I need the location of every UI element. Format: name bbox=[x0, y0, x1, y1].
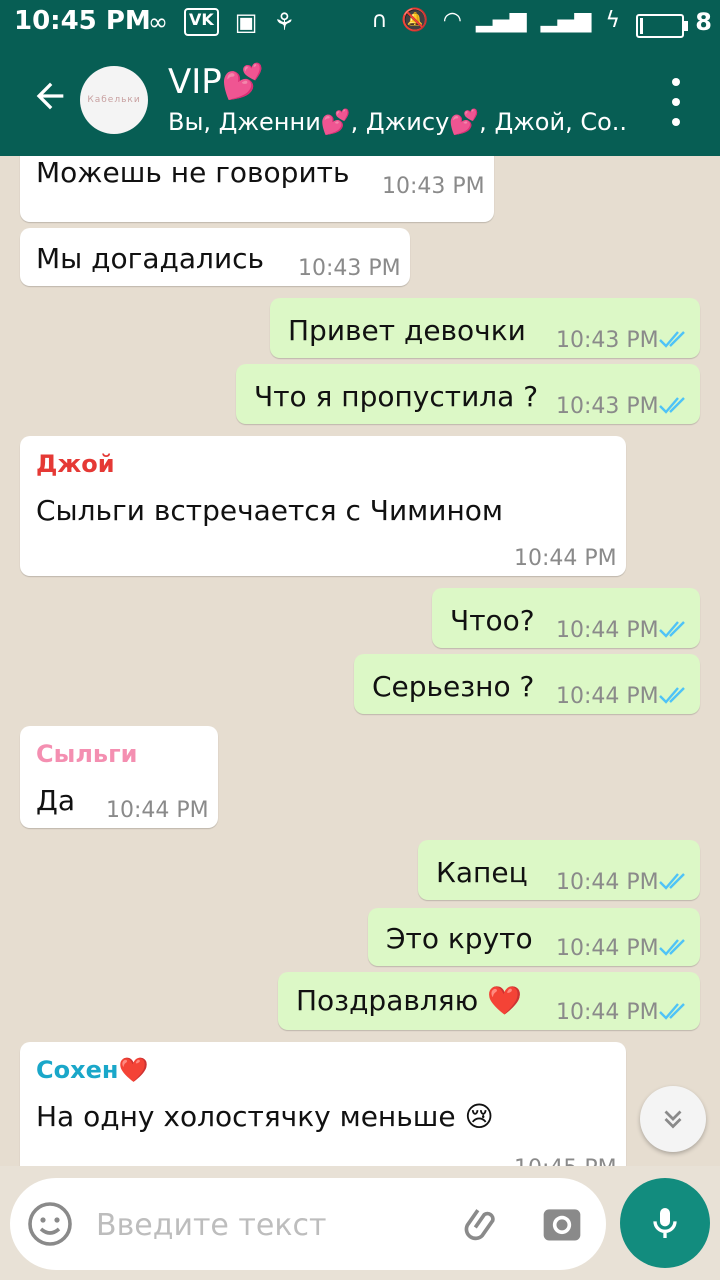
signal-icon: ▂▄▆ bbox=[475, 8, 527, 33]
message-time: 10:43 PM bbox=[556, 394, 659, 419]
group-avatar[interactable]: Кабельки bbox=[80, 66, 148, 134]
message-text: Можешь не говорить bbox=[36, 156, 350, 189]
message-bubble-incoming[interactable]: Можешь не говорить 10:43 PM bbox=[20, 156, 494, 222]
scroll-to-bottom-button[interactable] bbox=[640, 1086, 706, 1152]
share-icon: ⚘ bbox=[273, 8, 295, 36]
group-title[interactable]: VIP💕 bbox=[168, 62, 264, 102]
read-ticks-icon bbox=[659, 397, 685, 414]
message-time: 10:43 PM bbox=[556, 328, 659, 353]
emoji-icon[interactable] bbox=[26, 1200, 74, 1248]
message-bubble-outgoing[interactable]: Чтоо? 10:44 PM bbox=[432, 588, 700, 648]
message-bubble-outgoing[interactable]: Серьезно ? 10:44 PM bbox=[354, 654, 700, 714]
read-ticks-icon bbox=[659, 1003, 685, 1020]
message-time: 10:44 PM bbox=[514, 546, 617, 571]
message-time: 10:43 PM bbox=[298, 256, 401, 281]
read-ticks-icon bbox=[659, 873, 685, 890]
message-text: Что я пропустила ? bbox=[254, 380, 539, 413]
message-composer bbox=[10, 1178, 606, 1270]
message-time: 10:44 PM bbox=[106, 798, 209, 823]
double-chevron-down-icon bbox=[664, 1110, 682, 1129]
message-time: 10:43 PM bbox=[382, 174, 485, 199]
group-members[interactable]: Вы, Дженни💕, Джису💕, Джой, Со...🎈 bbox=[168, 108, 628, 136]
message-bubble-incoming[interactable]: Сохен❤️ На одну холостячку меньше 😢 10:4… bbox=[20, 1042, 626, 1166]
message-bubble-outgoing[interactable]: Капец 10:44 PM bbox=[418, 840, 700, 900]
message-text: Мы догадались bbox=[36, 242, 265, 275]
message-bubble-outgoing[interactable]: Привет девочки 10:43 PM bbox=[270, 298, 700, 358]
message-text: Сыльги встречается с Чимином bbox=[36, 494, 504, 527]
message-text: Это круто bbox=[386, 922, 533, 955]
message-text: Чтоо? bbox=[450, 604, 535, 637]
4g-signal-icon: ▂▄▆ bbox=[540, 8, 592, 33]
chat-area[interactable]: Можешь не говорить 10:43 PM Мы догадалис… bbox=[0, 156, 720, 1166]
message-text: Поздравляю ❤️ bbox=[296, 984, 522, 1017]
status-time: 10:45 PM bbox=[14, 6, 151, 36]
vk-icon: VK bbox=[184, 8, 219, 36]
message-time: 10:45 PM bbox=[514, 1156, 617, 1166]
sender-name: Джой bbox=[36, 450, 115, 478]
read-ticks-icon bbox=[659, 687, 685, 704]
microphone-button[interactable] bbox=[620, 1178, 710, 1268]
more-options-icon[interactable] bbox=[666, 78, 686, 126]
wifi-icon: ◠ bbox=[442, 8, 462, 33]
read-ticks-icon bbox=[659, 331, 685, 348]
battery-icon bbox=[636, 14, 688, 38]
camera-icon[interactable] bbox=[540, 1202, 584, 1246]
message-text: Да bbox=[36, 784, 76, 817]
message-text: Капец bbox=[436, 856, 528, 889]
message-bubble-outgoing[interactable]: Что я пропустила ? 10:43 PM bbox=[236, 364, 700, 424]
infinity-icon: ∞ bbox=[148, 8, 168, 36]
battery-percent: 8 bbox=[695, 8, 712, 36]
status-bar: 10:45 PM ∞ VK ▣ ⚘ ∩ 🔕 ◠ ▂▄▆ ▂▄▆ ϟ 8 bbox=[0, 0, 720, 48]
chat-header: Кабельки VIP💕 Вы, Дженни💕, Джису💕, Джой,… bbox=[0, 48, 720, 156]
image-icon: ▣ bbox=[234, 8, 258, 36]
charging-icon: ϟ bbox=[605, 8, 620, 33]
microphone-icon bbox=[653, 1208, 677, 1238]
message-bubble-incoming[interactable]: Джой Сыльги встречается с Чимином 10:44 … bbox=[20, 436, 626, 576]
message-time: 10:44 PM bbox=[556, 936, 659, 961]
back-arrow-icon[interactable] bbox=[26, 76, 74, 124]
message-time: 10:44 PM bbox=[556, 618, 659, 643]
message-bubble-outgoing[interactable]: Поздравляю ❤️ 10:44 PM bbox=[278, 972, 700, 1030]
message-text: Серьезно ? bbox=[372, 670, 535, 703]
message-bubble-incoming[interactable]: Сыльги Да 10:44 PM bbox=[20, 726, 218, 828]
message-bubble-outgoing[interactable]: Это круто 10:44 PM bbox=[368, 908, 700, 966]
battery-level bbox=[640, 18, 643, 34]
message-input[interactable] bbox=[94, 1198, 438, 1252]
notification-icons: ∞ VK ▣ ⚘ bbox=[148, 8, 295, 36]
message-text: Привет девочки bbox=[288, 314, 526, 347]
system-icons: ∩ 🔕 ◠ ▂▄▆ ▂▄▆ ϟ bbox=[371, 8, 620, 33]
mute-icon: 🔕 bbox=[401, 8, 429, 33]
message-text: На одну холостячку меньше 😢 bbox=[36, 1100, 494, 1133]
paperclip-icon[interactable] bbox=[462, 1202, 506, 1246]
message-time: 10:44 PM bbox=[556, 684, 659, 709]
avatar-text: Кабельки bbox=[87, 95, 141, 105]
sender-name: Сыльги bbox=[36, 740, 138, 768]
sender-name: Сохен❤️ bbox=[36, 1056, 149, 1084]
message-bubble-incoming[interactable]: Мы догадались 10:43 PM bbox=[20, 228, 410, 286]
message-time: 10:44 PM bbox=[556, 1000, 659, 1025]
message-time: 10:44 PM bbox=[556, 870, 659, 895]
headphones-icon: ∩ bbox=[371, 8, 388, 33]
read-ticks-icon bbox=[659, 939, 685, 956]
read-ticks-icon bbox=[659, 621, 685, 638]
